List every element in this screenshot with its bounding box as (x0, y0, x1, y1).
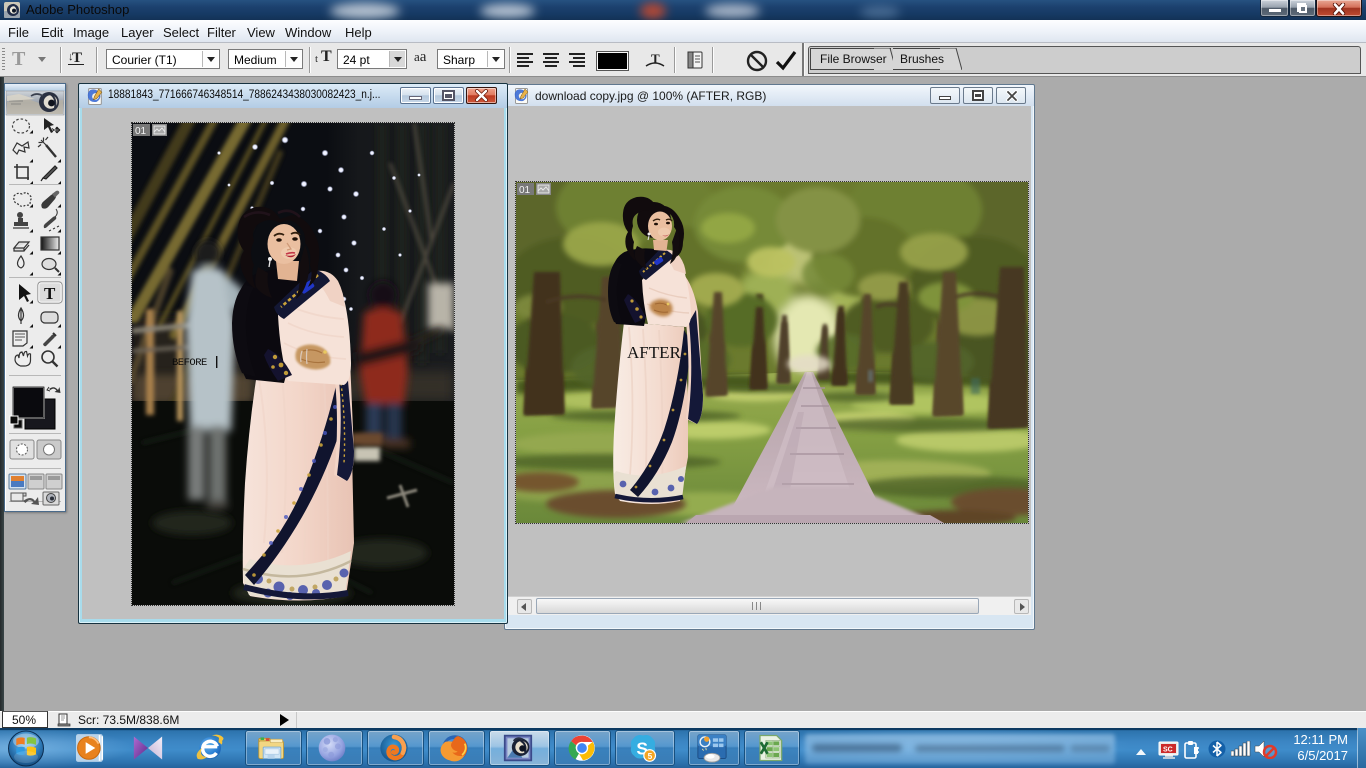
svg-text:AFTER: AFTER (627, 343, 682, 362)
svg-text:5: 5 (648, 751, 653, 761)
svg-text:SC: SC (1163, 747, 1173, 754)
svg-text:01: 01 (135, 126, 147, 137)
svg-text:T: T (44, 284, 56, 303)
svg-text:01: 01 (519, 185, 531, 196)
svg-text:BEFORE: BEFORE (172, 357, 207, 369)
svg-text:T: T (651, 51, 660, 66)
